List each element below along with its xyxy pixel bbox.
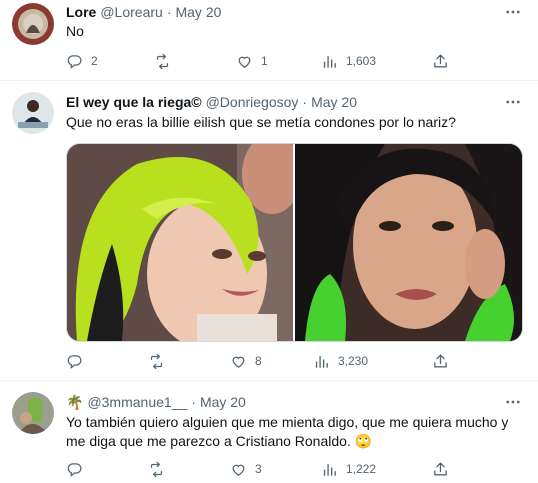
avatar-image	[12, 392, 54, 434]
reply-button[interactable]	[66, 459, 83, 479]
photo-image	[67, 144, 293, 341]
username[interactable]: @3mmanue1__	[87, 394, 187, 410]
avatar[interactable]	[12, 92, 54, 134]
tweet-text: No	[66, 23, 84, 39]
action-bar: 8 3,230	[66, 351, 454, 371]
like-icon	[230, 461, 247, 478]
reply-icon	[66, 461, 83, 478]
repost-icon	[148, 353, 165, 370]
repost-icon	[148, 461, 165, 478]
timestamp[interactable]: May 20	[200, 394, 246, 410]
repost-button[interactable]	[154, 51, 171, 71]
action-bar: 3 1,222	[66, 459, 454, 479]
reply-button[interactable]: 2	[66, 51, 98, 71]
repost-button[interactable]	[148, 459, 165, 479]
more-icon[interactable]	[504, 393, 522, 411]
view-count: 1,603	[346, 54, 377, 68]
action-bar: 2 1 1,603	[66, 51, 454, 71]
tweet-header: El wey que la riega© @Donriegosoy · May …	[66, 93, 357, 111]
avatar-image	[12, 92, 54, 134]
reply-icon	[66, 53, 83, 70]
display-name[interactable]: Lore	[66, 4, 96, 20]
repost-icon	[154, 53, 171, 70]
avatar[interactable]	[12, 392, 54, 434]
tweet-header: 🌴 @3mmanue1__ · May 20	[66, 393, 246, 411]
like-icon	[230, 353, 247, 370]
views-icon	[321, 461, 338, 478]
view-count: 1,222	[346, 462, 377, 476]
display-name[interactable]: 🌴	[66, 394, 83, 411]
share-button[interactable]	[432, 51, 449, 71]
separator-dot: ·	[191, 394, 196, 410]
like-count: 8	[255, 354, 262, 368]
tweet[interactable]: Lore @Lorearu · May 20 No 2 1 1,603	[0, 0, 538, 79]
tweet-header: Lore @Lorearu · May 20	[66, 3, 221, 21]
photo-2[interactable]	[295, 144, 522, 341]
like-button[interactable]: 3	[230, 459, 262, 479]
share-button[interactable]	[432, 351, 449, 371]
photo-image	[295, 144, 522, 341]
photo-1[interactable]	[67, 144, 293, 341]
like-button[interactable]: 8	[230, 351, 262, 371]
more-icon[interactable]	[504, 93, 522, 111]
views-button[interactable]: 1,603	[321, 51, 376, 71]
more-icon[interactable]	[504, 3, 522, 21]
avatar[interactable]	[12, 3, 54, 45]
username[interactable]: @Lorearu	[100, 4, 162, 20]
like-count: 3	[255, 462, 262, 476]
share-icon	[432, 353, 449, 370]
reply-button[interactable]	[66, 351, 83, 371]
share-icon	[432, 53, 449, 70]
display-name[interactable]: El wey que la riega©	[66, 94, 202, 110]
reply-icon	[66, 353, 83, 370]
share-button[interactable]	[432, 459, 449, 479]
timestamp[interactable]: May 20	[311, 94, 357, 110]
views-button[interactable]: 1,222	[321, 459, 376, 479]
separator-dot: ·	[302, 94, 308, 110]
repost-button[interactable]	[148, 351, 165, 371]
timestamp[interactable]: May 20	[175, 4, 221, 20]
views-button[interactable]: 3,230	[313, 351, 368, 371]
like-count: 1	[261, 54, 268, 68]
reply-count: 2	[91, 54, 98, 68]
avatar-image	[12, 3, 54, 45]
views-icon	[313, 353, 330, 370]
separator-dot: ·	[166, 4, 172, 20]
like-button[interactable]: 1	[236, 51, 268, 71]
like-icon	[236, 53, 253, 70]
tweet-text: Yo también quiero alguien que me mienta …	[66, 414, 509, 449]
media-grid[interactable]	[66, 143, 523, 342]
view-count: 3,230	[338, 354, 369, 368]
views-icon	[321, 53, 338, 70]
username[interactable]: @Donriegosoy	[206, 94, 299, 110]
tweet-text: Que no eras la billie eilish que se metí…	[66, 114, 456, 130]
share-icon	[432, 461, 449, 478]
